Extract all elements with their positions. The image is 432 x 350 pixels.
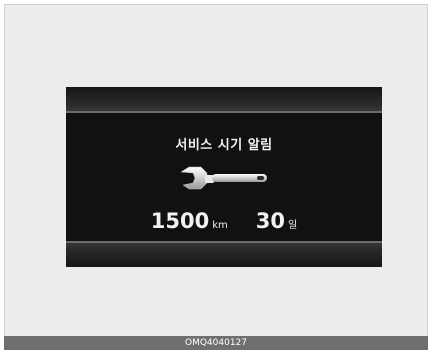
- wrench-icon: [180, 166, 267, 190]
- service-reminder-title: 서비스 시기 알림: [175, 138, 273, 153]
- figure-frame: 서비스 시기 알림 1500 km 30 일: [4, 4, 428, 344]
- days-unit: 일: [288, 220, 298, 231]
- distance-unit: km: [212, 220, 228, 231]
- cluster-display: 서비스 시기 알림 1500 km 30 일: [66, 87, 382, 267]
- display-bottom-band: [66, 241, 382, 267]
- days-value: 30: [255, 209, 286, 233]
- distance-value: 1500: [150, 209, 210, 233]
- display-top-band: [66, 87, 382, 113]
- figure-code-caption: OMQ4040127: [4, 336, 428, 350]
- service-values: 1500 km 30 일: [66, 209, 382, 233]
